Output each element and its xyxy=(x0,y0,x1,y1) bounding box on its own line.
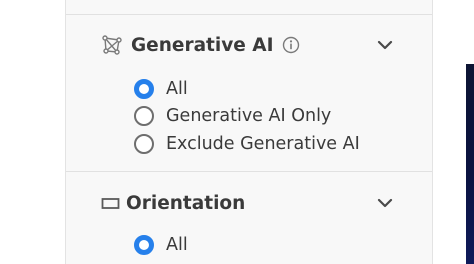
radio-option-generative-ai-only[interactable]: Generative AI Only xyxy=(134,103,331,129)
radio-option-exclude-generative-ai[interactable]: Exclude Generative AI xyxy=(134,131,360,157)
radio-button[interactable] xyxy=(134,134,154,154)
option-label: All xyxy=(166,235,188,255)
generative-ai-section-header[interactable]: Generative AI xyxy=(101,30,394,60)
generative-ai-icon xyxy=(101,34,123,56)
section-divider xyxy=(66,171,432,172)
filter-panel: Generative AI All Generative AI Only Exc… xyxy=(65,0,433,264)
generative-ai-title: Generative AI xyxy=(131,34,274,56)
section-divider xyxy=(66,14,432,15)
option-label: All xyxy=(166,79,188,99)
orientation-title: Orientation xyxy=(126,192,246,214)
chevron-down-icon[interactable] xyxy=(376,194,394,212)
option-label: Generative AI Only xyxy=(166,106,332,126)
page-margin xyxy=(0,0,65,264)
option-label: Exclude Generative AI xyxy=(166,134,360,154)
radio-option-all[interactable]: All xyxy=(134,76,188,102)
rectangle-icon xyxy=(101,196,120,210)
radio-button-checked[interactable] xyxy=(134,79,154,99)
info-icon[interactable] xyxy=(282,36,300,54)
chevron-down-icon[interactable] xyxy=(376,36,394,54)
radio-button[interactable] xyxy=(134,106,154,126)
orientation-section-header[interactable]: Orientation xyxy=(101,188,394,218)
radio-option-all[interactable]: All xyxy=(134,232,188,258)
image-thumbnail-edge xyxy=(466,64,474,264)
radio-button-checked[interactable] xyxy=(134,235,154,255)
